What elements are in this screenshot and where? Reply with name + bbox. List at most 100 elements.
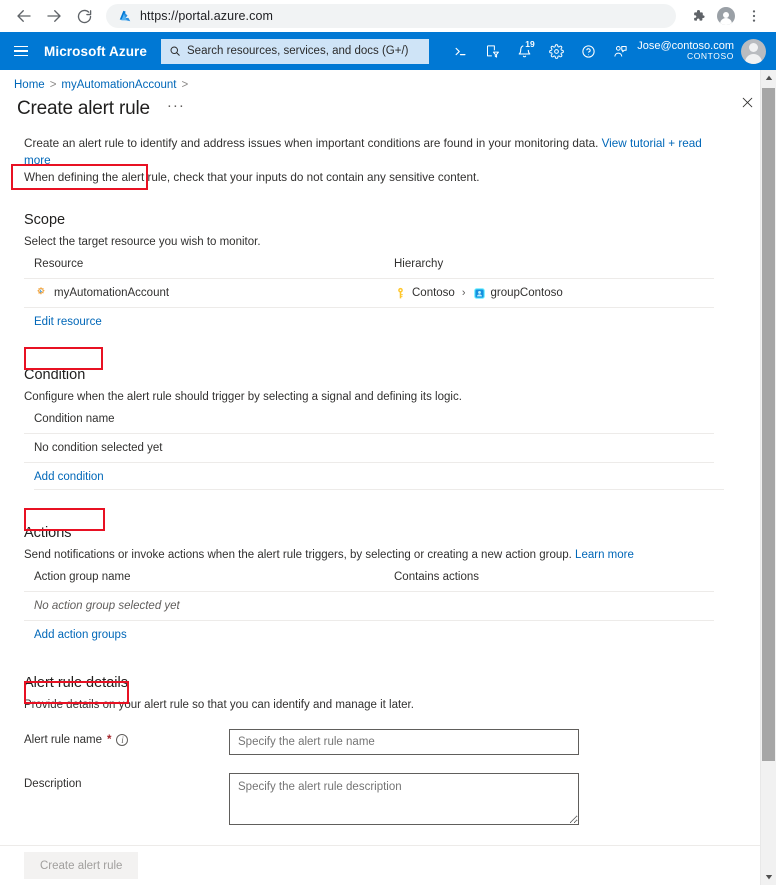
add-condition-link[interactable]: Add condition bbox=[26, 465, 111, 489]
user-organization: CONTOSO bbox=[686, 51, 734, 62]
condition-section: Condition Configure when the alert rule … bbox=[24, 367, 776, 490]
close-icon[interactable] bbox=[734, 89, 760, 115]
actions-empty-text: No action group selected yet bbox=[34, 600, 180, 612]
intro-line-1: Create an alert rule to identify and add… bbox=[24, 137, 599, 150]
intro-text: Create an alert rule to identify and add… bbox=[24, 135, 724, 186]
alert-rule-description-row: Description bbox=[24, 773, 776, 825]
column-header-contains-actions: Contains actions bbox=[394, 571, 480, 583]
scope-tenant-name: Contoso bbox=[412, 287, 455, 299]
scope-heading: Scope bbox=[24, 212, 66, 228]
blade-content: Create an alert rule to identify and add… bbox=[0, 135, 776, 864]
hamburger-menu-icon[interactable] bbox=[6, 36, 36, 66]
alert-rule-name-row: Alert rule name * i bbox=[24, 729, 776, 755]
breadcrumb-separator: > bbox=[49, 79, 57, 91]
avatar bbox=[741, 38, 766, 64]
condition-empty-text: No condition selected yet bbox=[34, 442, 163, 454]
actions-description-text: Send notifications or invoke actions whe… bbox=[24, 549, 572, 561]
page-title: Create alert rule bbox=[17, 98, 150, 119]
alert-rule-description-input[interactable] bbox=[229, 773, 579, 825]
scroll-down-arrow-icon[interactable] bbox=[761, 869, 776, 885]
breadcrumb-separator-2: > bbox=[181, 79, 189, 91]
reload-icon[interactable] bbox=[70, 2, 98, 30]
feedback-icon[interactable] bbox=[605, 36, 636, 67]
required-marker: * bbox=[106, 734, 112, 746]
alert-rule-description-label: Description bbox=[24, 773, 229, 790]
actions-heading: Actions bbox=[24, 525, 72, 541]
add-action-groups-link[interactable]: Add action groups bbox=[26, 623, 134, 647]
scroll-up-arrow-icon[interactable] bbox=[761, 70, 776, 86]
azure-top-navigation: Microsoft Azure Search resources, servic… bbox=[0, 32, 776, 70]
table-row[interactable]: myAutomationAccount Contoso › groupConto… bbox=[24, 279, 714, 308]
url-text: https://portal.azure.com bbox=[140, 9, 274, 23]
forward-arrow-icon[interactable] bbox=[40, 2, 68, 30]
blade-footer: Create alert rule bbox=[0, 845, 776, 885]
actions-description: Send notifications or invoke actions whe… bbox=[24, 549, 776, 561]
scope-table-header: Resource Hierarchy bbox=[24, 258, 714, 279]
column-header-action-group-name: Action group name bbox=[34, 571, 131, 583]
puzzle-piece-icon[interactable] bbox=[686, 4, 710, 28]
more-options-button[interactable]: ··· bbox=[167, 98, 185, 117]
condition-description: Configure when the alert rule should tri… bbox=[24, 391, 462, 403]
scope-resource-cell: myAutomationAccount bbox=[34, 286, 394, 300]
create-alert-rule-blade: Home > myAutomationAccount > Create aler… bbox=[0, 70, 776, 885]
condition-table: Condition name No condition selected yet bbox=[24, 413, 714, 463]
alert-rule-name-input[interactable] bbox=[229, 729, 579, 755]
breadcrumb: Home > myAutomationAccount > bbox=[0, 70, 776, 91]
column-header-condition-name: Condition name bbox=[34, 413, 115, 425]
help-question-icon[interactable] bbox=[573, 36, 604, 67]
scope-section: Scope Select the target resource you wis… bbox=[24, 212, 776, 334]
details-heading: Alert rule details bbox=[24, 675, 128, 691]
settings-gear-icon[interactable] bbox=[541, 36, 572, 67]
column-header-hierarchy: Hierarchy bbox=[394, 258, 444, 270]
alert-rule-name-label: Alert rule name * i bbox=[24, 729, 229, 746]
create-alert-rule-button[interactable]: Create alert rule bbox=[24, 852, 139, 879]
global-search-placeholder: Search resources, services, and docs (G+… bbox=[187, 45, 409, 57]
alert-rule-details-section: Alert rule details Provide details on yo… bbox=[24, 675, 776, 864]
three-dot-menu-icon[interactable] bbox=[742, 4, 766, 28]
actions-section: Actions Send notifications or invoke act… bbox=[24, 525, 776, 647]
alert-rule-name-label-text: Alert rule name bbox=[24, 734, 102, 746]
scope-resource-name: myAutomationAccount bbox=[54, 287, 170, 299]
scope-table: Resource Hierarchy myAutomationAccount C… bbox=[24, 258, 714, 308]
azure-logo-icon bbox=[119, 10, 131, 22]
browser-toolbar: https://portal.azure.com bbox=[0, 0, 776, 32]
vertical-scrollbar[interactable] bbox=[760, 70, 776, 885]
column-header-resource: Resource bbox=[34, 258, 84, 270]
actions-table: Action group name Contains actions No ac… bbox=[24, 571, 714, 621]
details-description: Provide details on your alert rule so th… bbox=[24, 699, 414, 711]
azure-brand-label[interactable]: Microsoft Azure bbox=[44, 44, 147, 59]
info-icon[interactable]: i bbox=[116, 734, 129, 746]
notification-count-badge: 19 bbox=[523, 37, 538, 50]
intro-line-2: When defining the alert rule, check that… bbox=[24, 171, 480, 184]
search-icon bbox=[170, 46, 180, 56]
actions-table-header: Action group name Contains actions bbox=[24, 571, 714, 592]
key-icon bbox=[398, 287, 403, 298]
management-group-icon bbox=[473, 287, 485, 299]
breadcrumb-item-automation-account[interactable]: myAutomationAccount bbox=[61, 79, 176, 91]
scope-description: Select the target resource you wish to m… bbox=[24, 236, 261, 248]
edit-resource-link[interactable]: Edit resource bbox=[26, 310, 109, 334]
automation-account-icon bbox=[37, 286, 45, 295]
back-arrow-icon[interactable] bbox=[10, 2, 38, 30]
user-account-menu[interactable]: Jose@contoso.com CONTOSO bbox=[637, 38, 768, 64]
table-row: No action group selected yet bbox=[24, 592, 714, 621]
notifications-bell-icon[interactable]: 19 bbox=[509, 36, 540, 67]
scope-hierarchy-cell: Contoso › groupContoso bbox=[394, 287, 714, 300]
scrollbar-thumb[interactable] bbox=[762, 88, 775, 761]
directory-filter-icon[interactable] bbox=[477, 36, 508, 67]
global-search-input[interactable]: Search resources, services, and docs (G+… bbox=[161, 38, 430, 64]
condition-heading: Condition bbox=[24, 367, 86, 383]
hierarchy-separator-icon: › bbox=[461, 287, 466, 299]
scope-group-name: groupContoso bbox=[490, 287, 563, 299]
alert-rule-description-label-text: Description bbox=[24, 778, 82, 790]
condition-table-header: Condition name bbox=[24, 413, 714, 434]
breadcrumb-item-home[interactable]: Home bbox=[14, 79, 45, 91]
blade-header: Create alert rule ··· bbox=[0, 91, 776, 121]
condition-divider bbox=[34, 489, 724, 490]
profile-avatar-icon[interactable] bbox=[714, 4, 738, 28]
cloud-shell-icon[interactable] bbox=[445, 36, 476, 67]
learn-more-link[interactable]: Learn more bbox=[575, 549, 634, 561]
table-row: No condition selected yet bbox=[24, 434, 714, 463]
browser-right-controls bbox=[686, 4, 766, 28]
address-bar[interactable]: https://portal.azure.com bbox=[106, 4, 676, 28]
